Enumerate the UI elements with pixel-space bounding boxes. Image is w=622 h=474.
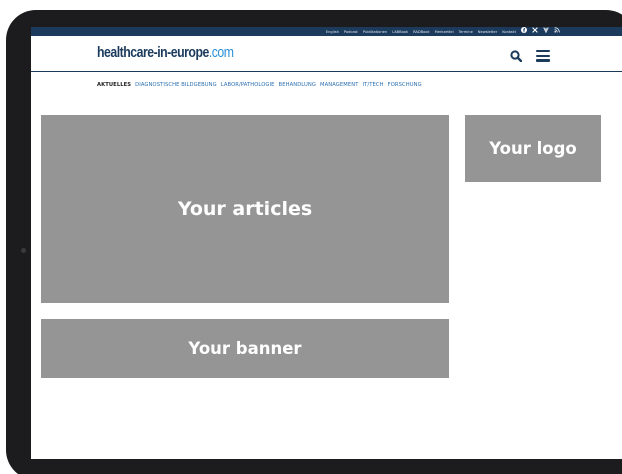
- nav-item-behandlung[interactable]: BEHANDLUNG: [279, 82, 317, 88]
- nav-item-it-tech[interactable]: IT/TECH: [363, 82, 384, 88]
- tablet-screen: English Podcast Publikationen LABBook RA…: [31, 27, 622, 459]
- nav-item-aktuelles[interactable]: AKTUELLES: [97, 82, 131, 88]
- pinterest-icon[interactable]: [543, 27, 549, 36]
- util-link-kontakt[interactable]: Kontakt: [502, 30, 516, 34]
- util-link-podcast[interactable]: Podcast: [344, 30, 358, 34]
- facebook-icon[interactable]: [521, 27, 527, 36]
- main-nav: AKTUELLES DIAGNOSTISCHE BILDGEBUNG LABOR…: [97, 82, 422, 88]
- logo-tld-text: .com: [208, 44, 234, 61]
- nav-item-labor-pathologie[interactable]: LABOR/PATHOLOGIE: [221, 82, 275, 88]
- nav-item-diagnostische-bildgebung[interactable]: DIAGNOSTISCHE BILDGEBUNG: [135, 82, 217, 88]
- util-link-radbook[interactable]: RADBook: [413, 30, 430, 34]
- nav-item-forschung[interactable]: FORSCHUNG: [388, 82, 422, 88]
- util-link-merkzettel[interactable]: Merkzettel: [435, 30, 454, 34]
- utility-bar: English Podcast Publikationen LABBook RA…: [31, 27, 622, 36]
- hamburger-menu-icon[interactable]: [536, 50, 550, 62]
- rss-icon[interactable]: [554, 27, 560, 36]
- util-link-english[interactable]: English: [326, 30, 339, 34]
- site-logo[interactable]: healthcare-in-europe.com: [97, 44, 234, 61]
- logo-placeholder: Your logo: [465, 115, 601, 182]
- util-link-labbook[interactable]: LABBook: [392, 30, 408, 34]
- search-icon[interactable]: [510, 50, 522, 62]
- util-link-termine[interactable]: Termine: [459, 30, 473, 34]
- banner-placeholder: Your banner: [41, 319, 449, 378]
- nav-item-management[interactable]: MANAGEMENT: [320, 82, 358, 88]
- util-link-newsletter[interactable]: Newsletter: [478, 30, 497, 34]
- x-icon[interactable]: [532, 27, 538, 36]
- util-link-publikationen[interactable]: Publikationen: [363, 30, 387, 34]
- site-header: healthcare-in-europe.com: [31, 36, 622, 72]
- articles-placeholder: Your articles: [41, 115, 449, 303]
- camera-dot: [21, 248, 26, 253]
- logo-main-text: healthcare-in-europe: [97, 44, 209, 61]
